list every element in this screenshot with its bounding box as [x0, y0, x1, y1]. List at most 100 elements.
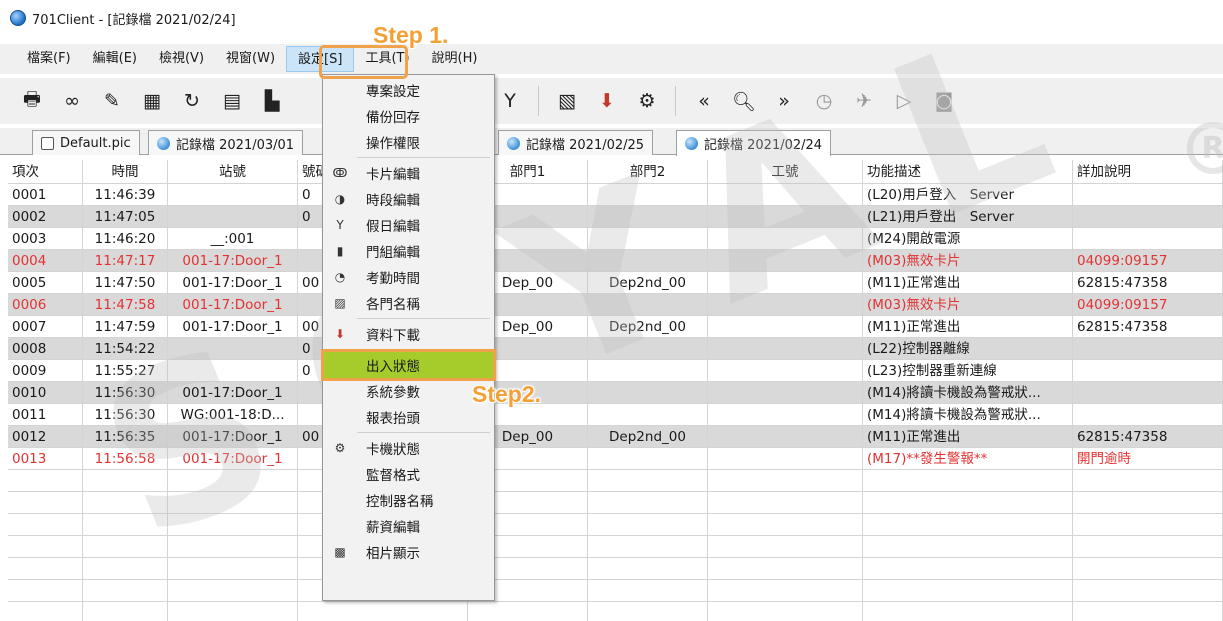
empty-cell — [588, 536, 708, 558]
table-row[interactable]: 0008 11:54:22 0 (L22)控制器離線 — [8, 338, 1223, 360]
step1-label: Step 1. — [373, 22, 449, 48]
menu-item-1[interactable]: 專案設定 — [324, 77, 493, 103]
tab-log-2021-02-24[interactable]: 記錄檔 2021/02/24 — [676, 130, 832, 156]
rewind-icon[interactable]: « — [688, 85, 720, 117]
table-row[interactable]: 0011 11:56:30 WG:001-18:D... (M14)將讀卡機設為警戒狀… — [8, 404, 1223, 426]
menu-item-16[interactable]: 控制器名稱 — [324, 487, 493, 513]
menu-window[interactable]: 視窗(W) — [215, 46, 286, 72]
tab-log-2021-03-01[interactable]: 記錄檔 2021/03/01 — [148, 130, 304, 155]
empty-cell — [83, 602, 168, 621]
menu-item-14[interactable]: ⚙ 卡機狀態 — [324, 435, 493, 461]
globe-icon — [157, 136, 170, 150]
menu-separator — [357, 157, 490, 158]
table-cell: 001-17:Door_1 — [168, 426, 298, 448]
menu-view[interactable]: 檢視(V) — [148, 46, 215, 72]
empty-cell — [863, 470, 1073, 492]
table-row[interactable]: 0005 11:47:50 001-17:Door_1 00 Dep_00 Dep2nd_… — [8, 272, 1223, 294]
menu-item-8[interactable]: ◔ 考勤時間 — [324, 264, 493, 290]
cocktail-icon[interactable]: Y — [494, 85, 526, 117]
column-header[interactable]: 功能描述 — [863, 160, 1073, 184]
menu-item-3[interactable]: 操作權限 — [324, 129, 493, 155]
menu-item-10[interactable]: ⬇ 資料下載 — [324, 321, 493, 347]
pin-icon[interactable]: ✈ — [848, 85, 880, 117]
search-icon[interactable]: 🔍︎ — [728, 85, 760, 117]
table-cell: 11:55:27 — [83, 360, 168, 382]
image-icon[interactable]: ▧ — [551, 85, 583, 117]
history-icon[interactable]: ◷ — [808, 85, 840, 117]
edit-icon[interactable]: ✎ — [96, 85, 128, 117]
empty-cell — [8, 492, 83, 514]
forward-icon[interactable]: » — [768, 85, 800, 117]
chart-icon[interactable]: ▙ — [256, 85, 288, 117]
gear-icon[interactable]: ⚙ — [631, 85, 663, 117]
menu-item-18[interactable]: ▩ 相片顯示 — [324, 539, 493, 565]
empty-cell — [298, 602, 468, 621]
column-header[interactable]: 部門2 — [588, 160, 708, 184]
stop-icon[interactable]: ◙ — [928, 85, 960, 117]
menu-item-label: 相片顯示 — [366, 546, 420, 562]
play-icon[interactable]: ▷ — [888, 85, 920, 117]
download-icon[interactable]: ⬇ — [591, 85, 623, 117]
table-cell: 11:54:22 — [83, 338, 168, 360]
menu-help[interactable]: 說明(H) — [421, 46, 489, 72]
table-cell — [588, 184, 708, 206]
menu-item-label: 各門名稱 — [366, 297, 420, 313]
print-icon[interactable]: 🖶 — [16, 85, 48, 117]
menu-item-label: 時段編輯 — [366, 193, 420, 209]
empty-cell — [708, 492, 863, 514]
empty-cell — [168, 602, 298, 621]
menu-edit[interactable]: 編輯(E) — [82, 46, 148, 72]
menu-item-13[interactable]: 報表抬頭 — [324, 404, 493, 430]
menu-item-2[interactable]: 備份回存 — [324, 103, 493, 129]
empty-cell — [83, 580, 168, 602]
table-cell: (M03)無效卡片 — [863, 294, 1073, 316]
table-cell — [168, 360, 298, 382]
menu-item-5[interactable]: ◑ 時段編輯 — [324, 186, 493, 212]
window-title: 701Client - [記錄檔 2021/02/24] — [32, 12, 236, 28]
tab-default-pic[interactable]: Default.pic — [32, 130, 140, 155]
empty-cell — [708, 514, 863, 536]
table-row[interactable]: 0013 11:56:58 001-17:Door_1 (M17)**發生警報** 開門… — [8, 448, 1223, 470]
menu-file[interactable]: 檔案(F) — [16, 46, 82, 72]
empty-cell — [168, 492, 298, 514]
calendar-icon[interactable]: ▦ — [136, 85, 168, 117]
globe-icon — [685, 137, 698, 150]
menu-item-label: 資料下載 — [366, 328, 420, 344]
table-row[interactable]: 0001 11:46:39 0 (L20)用戶登入 Server — [8, 184, 1223, 206]
menu-item-15[interactable]: 監督格式 — [324, 461, 493, 487]
table-row[interactable]: 0007 11:47:59 001-17:Door_1 00 Dep_00 Dep2nd_… — [8, 316, 1223, 338]
table-cell: 11:46:20 — [83, 228, 168, 250]
table-row[interactable]: 0010 11:56:30 001-17:Door_1 (M14)將讀卡機設為警戒狀.… — [8, 382, 1223, 404]
table-cell — [588, 294, 708, 316]
empty-cell — [8, 602, 83, 621]
menu-item-6[interactable]: Y 假日編輯 — [324, 212, 493, 238]
menu-item-12[interactable]: 系統參數 — [324, 378, 493, 404]
schedule-icon[interactable]: ▤ — [216, 85, 248, 117]
menu-item-7[interactable]: ▮ 門組編輯 — [324, 238, 493, 264]
menu-item-4[interactable]: ↂ 卡片編輯 — [324, 160, 493, 186]
table-cell — [168, 206, 298, 228]
table-cell: (M11)正常進出 — [863, 316, 1073, 338]
table-header: 項次 時間 站號 號碼 部門1 部門2 工號 功能描述 詳加說明 — [8, 160, 1223, 184]
log-table: 項次 時間 站號 號碼 部門1 部門2 工號 功能描述 詳加說明 0001 11:… — [8, 160, 1223, 621]
table-row[interactable]: 0009 11:55:27 0 (L23)控制器重新連線 — [8, 360, 1223, 382]
table-row[interactable]: 0003 11:46:20 __:001 (M24)開啟電源 — [8, 228, 1223, 250]
table-row[interactable]: 0012 11:56:35 001-17:Door_1 00 Dep_00 Dep2nd_… — [8, 426, 1223, 448]
empty-row — [8, 580, 1223, 602]
column-header[interactable]: 工號 — [708, 160, 863, 184]
tab-log-2021-02-25[interactable]: 記錄檔 2021/02/25 — [498, 130, 654, 155]
refresh-icon[interactable]: ↻ — [176, 85, 208, 117]
menu-item-17[interactable]: 薪資編輯 — [324, 513, 493, 539]
table-row[interactable]: 0002 11:47:05 0 (L21)用戶登出 Server — [8, 206, 1223, 228]
column-header[interactable]: 站號 — [168, 160, 298, 184]
column-header[interactable]: 項次 — [8, 160, 83, 184]
menu-item-11[interactable]: 出入狀態 — [321, 349, 496, 381]
column-header[interactable]: 時間 — [83, 160, 168, 184]
menu-item-9[interactable]: ▨ 各門名稱 — [324, 290, 493, 316]
table-row[interactable]: 0006 11:47:58 001-17:Door_1 (M03)無效卡片 04099:… — [8, 294, 1223, 316]
column-header[interactable]: 詳加說明 — [1073, 160, 1223, 184]
table-cell — [1073, 404, 1223, 426]
table-row[interactable]: 0004 11:47:17 001-17:Door_1 (M03)無效卡片 04099:… — [8, 250, 1223, 272]
link-icon[interactable]: ∞ — [56, 85, 88, 117]
table-cell: (L21)用戶登出 Server — [863, 206, 1073, 228]
